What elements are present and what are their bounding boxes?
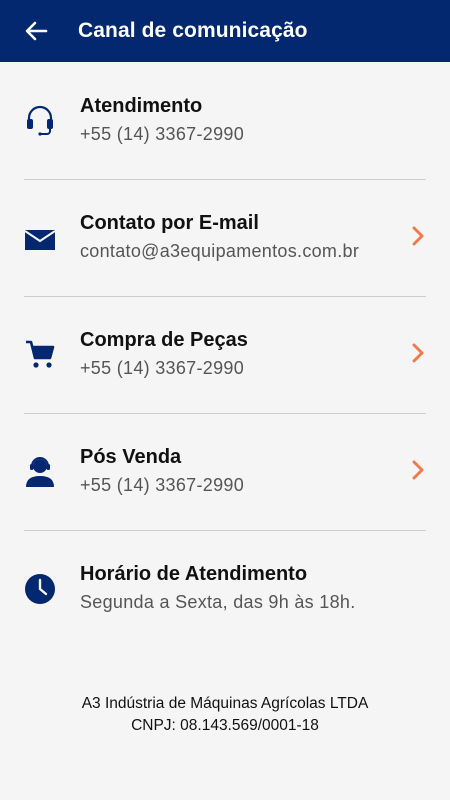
chevron-right-icon (408, 341, 428, 365)
page-title: Canal de comunicação (78, 19, 308, 42)
contact-list: Atendimento +55 (14) 3367-2990 Contato p… (0, 62, 450, 647)
list-item-email[interactable]: Contato por E-mail contato@a3equipamento… (0, 179, 450, 297)
list-item-pos-venda[interactable]: Pós Venda +55 (14) 3367-2990 (0, 413, 450, 531)
item-title: Compra de Peças (80, 329, 248, 351)
item-title: Pós Venda (80, 446, 182, 468)
list-item-compra-pecas[interactable]: Compra de Peças +55 (14) 3367-2990 (0, 296, 450, 414)
chevron-right-icon (408, 224, 428, 248)
item-title: Contato por E-mail (80, 212, 259, 234)
company-name: A3 Indústria de Máquinas Agrícolas LTDA (81, 695, 369, 712)
app-bar: Canal de comunicação (0, 0, 450, 62)
chevron-right-icon (408, 458, 428, 482)
item-subtitle: contato@a3equipamentos.com.br (80, 241, 360, 261)
item-subtitle: Segunda a Sexta, das 9h às 18h. (80, 592, 356, 612)
company-cnpj: CNPJ: 08.143.569/0001-18 (131, 717, 319, 734)
support-agent-icon (24, 455, 56, 487)
item-title: Atendimento (80, 95, 203, 117)
headset-icon (24, 104, 56, 136)
cart-icon (24, 338, 56, 370)
clock-icon (24, 573, 56, 605)
list-item-horario: Horário de Atendimento Segunda a Sexta, … (0, 530, 450, 647)
footer: A3 Indústria de Máquinas Agrícolas LTDA … (0, 693, 450, 737)
item-title: Horário de Atendimento (80, 563, 308, 585)
item-subtitle: +55 (14) 3367-2990 (80, 475, 245, 495)
list-item-atendimento[interactable]: Atendimento +55 (14) 3367-2990 (0, 62, 450, 180)
mail-icon (24, 224, 56, 256)
arrow-left-icon[interactable] (24, 19, 48, 43)
item-subtitle: +55 (14) 3367-2990 (80, 124, 245, 144)
item-subtitle: +55 (14) 3367-2990 (80, 358, 245, 378)
